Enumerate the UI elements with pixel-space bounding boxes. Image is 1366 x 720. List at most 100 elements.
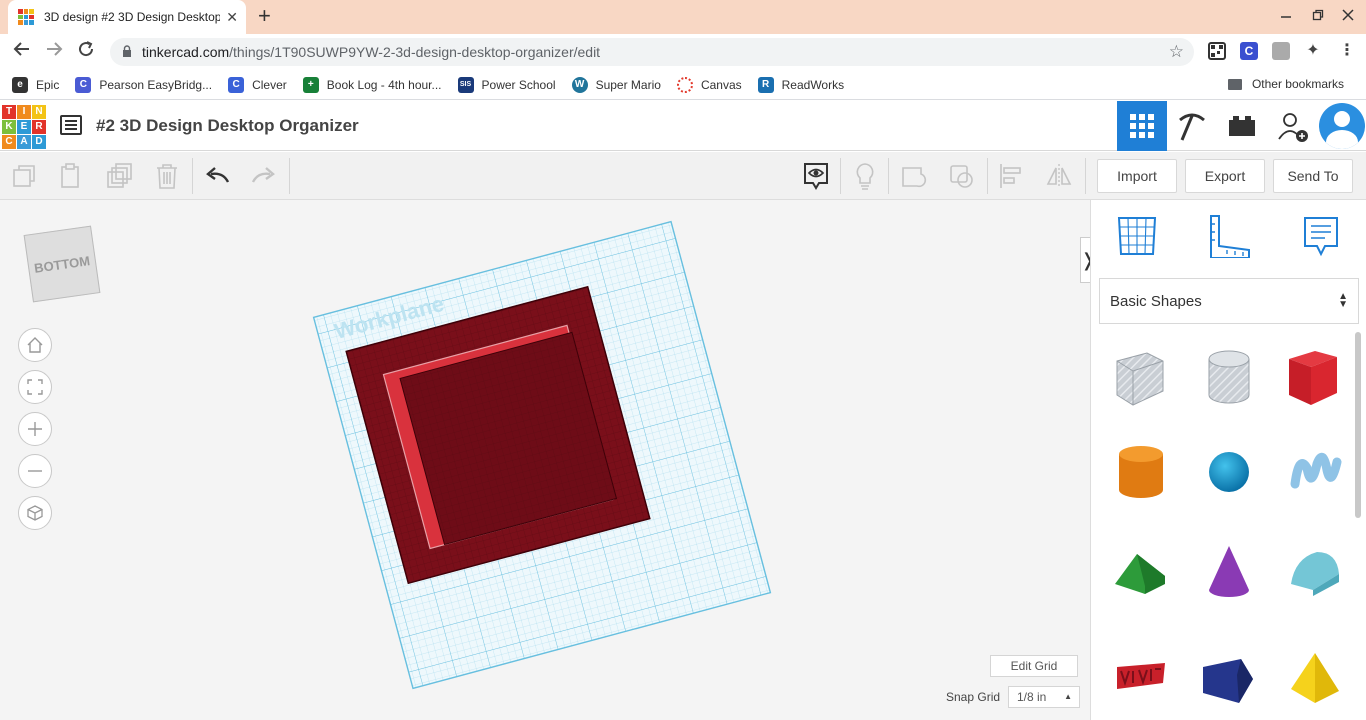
- duplicate-icon[interactable]: [103, 160, 135, 192]
- import-button[interactable]: Import: [1097, 159, 1177, 193]
- bookmark-icon: +: [302, 76, 319, 93]
- reload-icon[interactable]: [74, 40, 98, 63]
- browser-nav-bar: tinkercad.com /things/1T90SUWP9YW-2-3d-d…: [0, 34, 1366, 70]
- pickaxe-icon[interactable]: [1167, 101, 1217, 151]
- mirror-icon[interactable]: [1043, 160, 1075, 192]
- box-hole-shape[interactable]: [1111, 345, 1171, 409]
- copy-icon[interactable]: [8, 160, 40, 192]
- browser-tab[interactable]: 3D design #2 3D Design Desktop Organizer…: [8, 0, 246, 34]
- shape-category-select[interactable]: Basic Shapes ▲ ▼: [1099, 278, 1359, 324]
- ruler-icon[interactable]: [1207, 214, 1251, 258]
- tinkercad-favicon-icon: [18, 9, 34, 25]
- edit-grid-button[interactable]: Edit Grid: [990, 655, 1078, 677]
- chrome-menu-icon[interactable]: ⋮: [1338, 42, 1356, 60]
- bookmark-item[interactable]: + Book Log - 4th hour...: [302, 76, 442, 93]
- align-icon[interactable]: [995, 160, 1027, 192]
- pyramid-shape[interactable]: [1285, 645, 1345, 709]
- zoom-in-icon[interactable]: [18, 412, 52, 446]
- bricks-icon[interactable]: [1217, 101, 1267, 151]
- url-path: /things/1T90SUWP9YW-2-3d-design-desktop-…: [229, 44, 601, 60]
- grid-view-icon: [1130, 114, 1154, 138]
- bookmark-icon: [676, 76, 693, 93]
- add-user-icon[interactable]: [1267, 101, 1317, 151]
- snap-grid-select[interactable]: 1/8 in ▲: [1008, 686, 1080, 708]
- bookmark-item[interactable]: SIS Power School: [457, 76, 556, 93]
- bookmark-item[interactable]: C Pearson EasyBridg...: [75, 76, 212, 93]
- bookmark-item[interactable]: Canvas: [676, 76, 742, 93]
- 3d-design-view-button[interactable]: [1117, 101, 1167, 151]
- extensions-puzzle-icon[interactable]: ✦: [1304, 42, 1322, 60]
- editor-toolbar: Import Export Send To: [0, 152, 1366, 200]
- roof-shape[interactable]: [1111, 540, 1171, 604]
- project-title[interactable]: #2 3D Design Desktop Organizer: [96, 116, 359, 136]
- bookmark-icon: W: [571, 76, 588, 93]
- delete-icon[interactable]: [151, 160, 183, 192]
- scribble-shape[interactable]: [1285, 440, 1345, 504]
- browser-tab-strip: 3D design #2 3D Design Desktop Organizer…: [0, 0, 1366, 34]
- box-shape[interactable]: [1285, 345, 1345, 409]
- bookmark-icon: SIS: [457, 76, 474, 93]
- workplane-tool-icon[interactable]: [1115, 214, 1159, 258]
- cone-shape[interactable]: [1199, 540, 1259, 604]
- notes-icon[interactable]: [1299, 214, 1343, 258]
- bookmark-item[interactable]: R ReadWorks: [757, 76, 844, 93]
- clever-extension-icon[interactable]: C: [1240, 42, 1258, 60]
- prism-shape[interactable]: [1199, 645, 1259, 709]
- tinkercad-logo[interactable]: T I N K E R C A D: [2, 105, 46, 149]
- toolbar-divider: [840, 158, 841, 194]
- perspective-icon[interactable]: [18, 496, 52, 530]
- redo-icon[interactable]: [248, 160, 280, 192]
- other-bookmarks[interactable]: Other bookmarks: [1227, 77, 1344, 91]
- cylinder-hole-shape[interactable]: [1199, 345, 1259, 409]
- workplane-grid[interactable]: Workplane: [0, 200, 1090, 720]
- toolbar-divider: [289, 158, 290, 194]
- lock-icon: [122, 44, 132, 60]
- export-button[interactable]: Export: [1185, 159, 1265, 193]
- bookmark-item[interactable]: C Clever: [228, 76, 287, 93]
- tab-close-icon[interactable]: ✕: [226, 9, 238, 26]
- toolbar-divider: [987, 158, 988, 194]
- bookmark-item[interactable]: W Super Mario: [571, 76, 661, 93]
- group-icon[interactable]: [898, 160, 930, 192]
- view-cube[interactable]: BOTTOM: [23, 225, 101, 303]
- workplane-viewport[interactable]: Workplane BOTTOM Edit Grid Snap Grid 1/8…: [0, 200, 1090, 720]
- bookmark-icon: R: [757, 76, 774, 93]
- notes-eye-icon[interactable]: [800, 160, 832, 192]
- bookmark-item[interactable]: e Epic: [12, 76, 59, 93]
- restore-icon[interactable]: [1312, 8, 1324, 24]
- design-list-icon[interactable]: [60, 115, 82, 135]
- zoom-out-icon[interactable]: [18, 454, 52, 488]
- qr-code-icon[interactable]: [1208, 42, 1226, 60]
- new-tab-button[interactable]: +: [258, 4, 271, 28]
- folder-icon: [1227, 78, 1242, 90]
- panel-scrollbar[interactable]: [1355, 332, 1361, 518]
- undo-icon[interactable]: [201, 160, 233, 192]
- url-host: tinkercad.com: [142, 44, 230, 60]
- tinkercad-header: T I N K E R C A D #2 3D Design Desktop O…: [0, 101, 1366, 151]
- minimize-icon[interactable]: [1280, 8, 1292, 24]
- forward-icon[interactable]: [42, 40, 66, 63]
- user-avatar[interactable]: [1318, 101, 1366, 151]
- select-arrows-icon: ▲ ▼: [1338, 291, 1348, 310]
- toolbar-divider: [1085, 158, 1086, 194]
- extension-icon[interactable]: [1272, 42, 1290, 60]
- back-icon[interactable]: [10, 40, 34, 63]
- paste-icon[interactable]: [55, 160, 87, 192]
- home-view-icon[interactable]: [18, 328, 52, 362]
- fit-view-icon[interactable]: [18, 370, 52, 404]
- ungroup-icon[interactable]: [946, 160, 978, 192]
- close-window-icon[interactable]: [1342, 8, 1354, 24]
- bookmark-icon: C: [75, 76, 92, 93]
- round-roof-shape[interactable]: [1285, 540, 1345, 604]
- cylinder-shape[interactable]: [1111, 440, 1171, 504]
- sphere-shape[interactable]: [1199, 440, 1259, 504]
- tab-title: 3D design #2 3D Design Desktop Organizer: [44, 10, 221, 24]
- address-bar[interactable]: tinkercad.com /things/1T90SUWP9YW-2-3d-d…: [110, 38, 1194, 66]
- send-to-button[interactable]: Send To: [1273, 159, 1353, 193]
- bookmarks-bar: e Epic C Pearson EasyBridg... C Clever + Boo…: [0, 70, 1366, 100]
- bookmark-star-icon[interactable]: ☆: [1169, 42, 1184, 62]
- toolbar-divider: [192, 158, 193, 194]
- lightbulb-icon[interactable]: [849, 160, 881, 192]
- text-shape[interactable]: [1111, 645, 1171, 709]
- toolbar-divider: [888, 158, 889, 194]
